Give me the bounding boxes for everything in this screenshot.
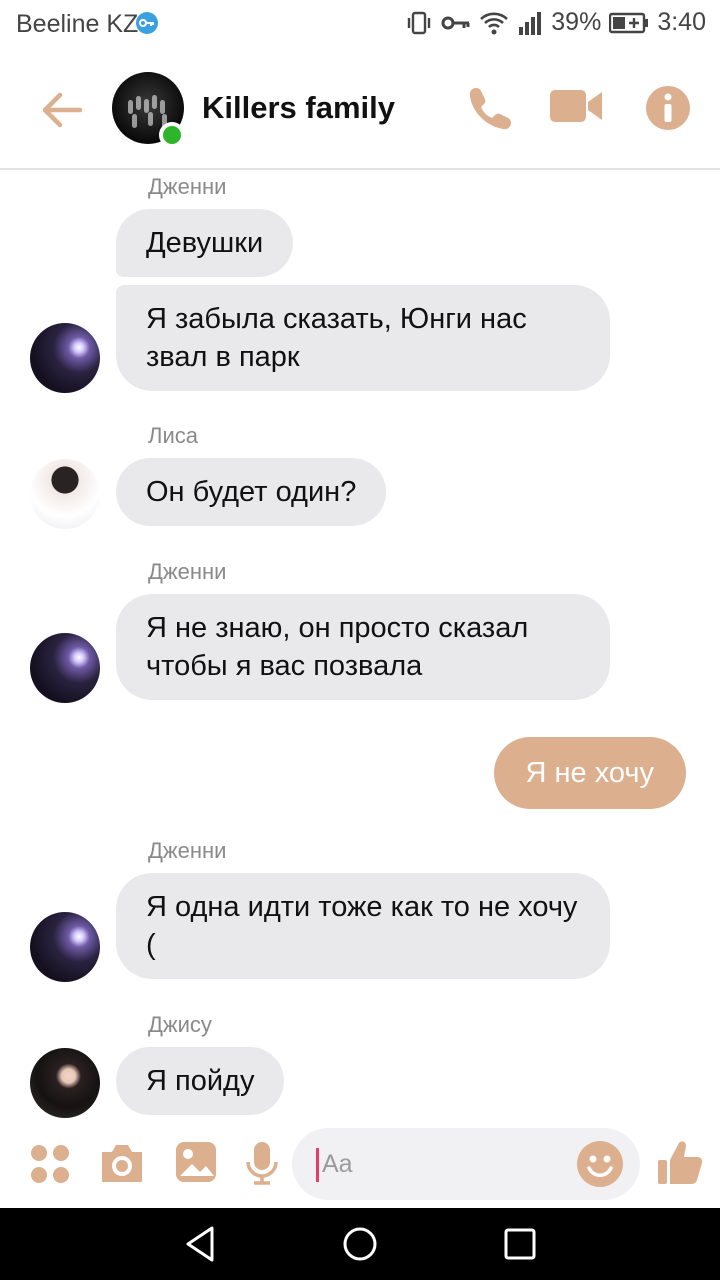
camera-icon [102, 1145, 142, 1182]
avatar[interactable] [30, 912, 100, 982]
key-icon [441, 16, 470, 29]
thumbs-up-icon [658, 1141, 703, 1184]
message-list[interactable]: Дженни Девушки Я забыла сказать, Юнги на… [0, 170, 720, 1128]
sender-name: Дженни [148, 559, 227, 584]
gallery-icon [176, 1142, 216, 1182]
video-icon [550, 90, 602, 122]
group-avatar-button[interactable] [112, 72, 185, 148]
avatar[interactable] [30, 323, 100, 393]
nav-recents-icon [504, 1228, 536, 1260]
nav-recents-button[interactable] [500, 1224, 540, 1264]
online-status-dot [159, 122, 185, 148]
microphone-icon [246, 1142, 278, 1185]
apps-icon [31, 1145, 69, 1183]
status-bar: Beeline KZ 39% 3:40 [0, 0, 720, 52]
emoji-icon [577, 1141, 623, 1187]
nav-back-icon [186, 1226, 214, 1262]
message-bubble[interactable]: Девушки [116, 209, 294, 277]
message-bubble[interactable]: Я одна идти тоже как то не хочу ( [116, 873, 610, 979]
message-bubble[interactable]: Я пойду [116, 1047, 285, 1115]
nav-home-button[interactable] [340, 1224, 380, 1264]
sender-name: Дженни [148, 838, 227, 863]
message-bubble[interactable]: Я не знаю, он просто сказал чтобы я вас … [116, 594, 610, 700]
input-placeholder: Aa [322, 1150, 353, 1178]
avatar[interactable] [30, 1048, 100, 1118]
back-button[interactable] [38, 86, 86, 134]
message-composer: Aa [0, 1128, 720, 1208]
system-nav-bar [0, 1208, 720, 1280]
nav-back-button[interactable] [182, 1224, 222, 1264]
info-button[interactable] [644, 84, 692, 132]
vibrate-icon [408, 11, 431, 34]
vpn-key-icon [136, 12, 158, 34]
sender-name: Лиса [148, 423, 198, 448]
carrier-name: Beeline KZ [16, 10, 139, 38]
message-bubble[interactable]: Он будет один? [116, 458, 387, 526]
gallery-button[interactable] [174, 1140, 222, 1188]
message-input[interactable]: Aa [292, 1128, 640, 1200]
info-icon [646, 86, 690, 130]
message-bubble[interactable]: Я забыла сказать, Юнги нас звал в парк [116, 285, 610, 391]
signal-icon [519, 11, 542, 35]
nav-home-icon [343, 1227, 377, 1261]
sender-name: Джису [148, 1012, 212, 1037]
avatar[interactable] [30, 459, 100, 529]
battery-percent: 39% [551, 8, 602, 36]
phone-icon [469, 88, 511, 130]
apps-button[interactable] [28, 1142, 76, 1190]
clock: 3:40 [657, 8, 706, 36]
chat-title[interactable]: Killers family [202, 90, 395, 126]
emoji-button[interactable] [576, 1140, 624, 1188]
my-message-bubble[interactable]: Я не хочу [493, 737, 686, 809]
camera-button[interactable] [98, 1142, 146, 1190]
back-arrow-icon [42, 92, 83, 128]
battery-icon [609, 12, 649, 33]
avatar[interactable] [30, 633, 100, 703]
chat-header: Killers family [0, 52, 720, 170]
wifi-icon [480, 12, 509, 34]
video-call-button[interactable] [550, 86, 602, 134]
voice-button[interactable] [244, 1140, 292, 1188]
like-button[interactable] [656, 1138, 704, 1186]
sender-name: Дженни [148, 174, 227, 199]
text-caret [316, 1148, 319, 1182]
call-button[interactable] [466, 84, 514, 132]
